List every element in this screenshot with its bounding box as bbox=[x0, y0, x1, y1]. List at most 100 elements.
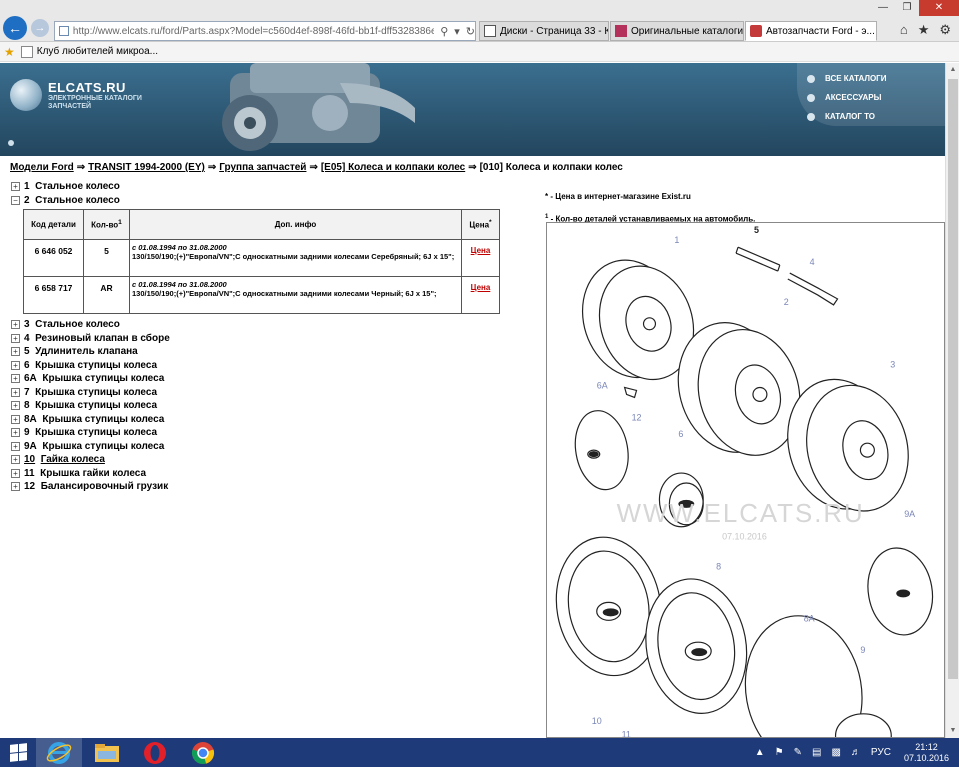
minimize-icon[interactable]: — bbox=[871, 0, 895, 16]
dropdown-icon[interactable]: ▾ bbox=[454, 25, 460, 38]
start-button[interactable] bbox=[0, 738, 36, 767]
expand-icon[interactable]: + bbox=[11, 360, 20, 370]
tray-volume-icon[interactable]: ♬ bbox=[851, 747, 861, 758]
tray-arrow-icon[interactable]: ▲ bbox=[755, 747, 765, 758]
logo-subtitle: ЭЛЕКТРОННЫЕ КАТАЛОГИ bbox=[48, 94, 142, 102]
breadcrumb: Модели Ford ⇒ TRANSIT 1994-2000 (EY) ⇒ Групп… bbox=[10, 162, 623, 173]
tab-ford-parts[interactable]: Автозапчасти Ford - э... ✕ bbox=[745, 21, 877, 41]
favorites-star-icon[interactable]: ★ bbox=[4, 45, 15, 59]
callout-12: 12 bbox=[632, 412, 642, 422]
callout-1: 1 bbox=[674, 235, 679, 245]
scroll-thumb[interactable] bbox=[948, 79, 958, 679]
favorite-link[interactable]: Клуб любителей микроа... bbox=[37, 46, 158, 57]
expand-icon[interactable]: + bbox=[11, 401, 20, 411]
expand-icon[interactable]: + bbox=[11, 441, 20, 451]
collapse-icon[interactable]: − bbox=[11, 195, 20, 205]
expand-icon[interactable]: + bbox=[11, 428, 20, 438]
tree-node[interactable]: +3 Стальное колесо bbox=[11, 318, 511, 332]
tree-node[interactable]: +11 Крышка гайки колеса bbox=[11, 467, 511, 481]
tree-node[interactable]: +8 Крышка ступицы колеса bbox=[11, 399, 511, 413]
callout-11: 11 bbox=[622, 730, 631, 737]
callout-8a: 8A bbox=[804, 613, 815, 623]
breadcrumb-model[interactable]: TRANSIT 1994-2000 (EY) bbox=[88, 162, 205, 173]
expand-icon[interactable]: + bbox=[11, 333, 20, 343]
callout-3: 3 bbox=[890, 360, 895, 370]
tree-node[interactable]: +6A Крышка ступицы колеса bbox=[11, 372, 511, 386]
language-indicator[interactable]: РУС bbox=[871, 747, 891, 758]
tray-flag-icon[interactable]: ⚑ bbox=[775, 747, 784, 758]
table-row: 6 658 717 AR с 01.08.1994 по 31.08.2000 1… bbox=[23, 276, 500, 314]
refresh-icon[interactable]: ↻ bbox=[466, 25, 475, 38]
breadcrumb-subgroup[interactable]: [E05] Колеса и колпаки колес bbox=[321, 162, 465, 173]
clock-time: 21:12 bbox=[915, 741, 938, 752]
home-icon[interactable]: ⌂ bbox=[900, 22, 908, 38]
taskbar-opera[interactable] bbox=[132, 738, 178, 767]
site-logo[interactable]: ELCATS.RU ЭЛЕКТРОННЫЕ КАТАЛОГИ ЗАПЧАСТЕЙ bbox=[10, 79, 142, 111]
price-link[interactable]: Цена bbox=[471, 283, 491, 292]
back-button[interactable]: ← bbox=[3, 16, 27, 40]
taskbar-chrome[interactable] bbox=[180, 738, 226, 767]
address-url[interactable]: http://www.elcats.ru/ford/Parts.aspx?Mod… bbox=[73, 26, 434, 37]
tray-network-icon[interactable]: ▩ bbox=[831, 747, 840, 758]
tab-disks[interactable]: Диски - Страница 33 - Кл... bbox=[479, 21, 609, 41]
tree-node[interactable]: +7 Крышка ступицы колеса bbox=[11, 386, 511, 400]
price-link[interactable]: Цена bbox=[471, 246, 491, 255]
tree-node[interactable]: − 2 Стальное колесо bbox=[11, 194, 511, 208]
expand-icon[interactable]: + bbox=[11, 414, 20, 424]
tree-node[interactable]: +4 Резиновый клапан в сборе bbox=[11, 332, 511, 346]
tab-catalogs[interactable]: Оригинальные каталоги ... bbox=[610, 21, 744, 41]
search-icon[interactable]: ⚲ bbox=[440, 25, 448, 38]
part-qty: 5 bbox=[83, 239, 130, 277]
tab-close-icon[interactable]: ✕ bbox=[875, 26, 876, 37]
page-icon bbox=[59, 26, 69, 36]
taskbar-ie[interactable] bbox=[36, 738, 82, 767]
windows-logo-icon bbox=[9, 743, 27, 762]
parts-diagram[interactable]: 1 2 3 4 5 6 6A 8 8A 9 9A 10 11 12 WWW.EL… bbox=[546, 222, 945, 738]
tree-node[interactable]: +5 Удлинитель клапана bbox=[11, 345, 511, 359]
expand-icon[interactable]: + bbox=[11, 320, 20, 330]
tray-pen-icon[interactable]: ✎ bbox=[794, 747, 802, 758]
tree-node[interactable]: +9 Крышка ступицы колеса bbox=[11, 426, 511, 440]
tray-power-icon[interactable]: ▤ bbox=[812, 747, 821, 758]
table-row: 6 646 052 5 с 01.08.1994 по 31.08.2000 13… bbox=[23, 239, 500, 277]
col-price: Цена* bbox=[461, 209, 500, 240]
tree-node[interactable]: +9A Крышка ступицы колеса bbox=[11, 440, 511, 454]
scroll-down-icon[interactable]: ▼ bbox=[946, 724, 959, 738]
breadcrumb-group[interactable]: Группа запчастей bbox=[219, 162, 306, 173]
tree-node[interactable]: +6 Крышка ступицы колеса bbox=[11, 359, 511, 373]
settings-icon[interactable]: ⚙ bbox=[939, 22, 951, 38]
tab-label: Диски - Страница 33 - Кл... bbox=[500, 25, 608, 37]
opera-icon bbox=[144, 741, 166, 764]
restore-icon[interactable]: ❐ bbox=[895, 0, 919, 16]
breadcrumb-models[interactable]: Модели Ford bbox=[10, 162, 74, 173]
tree-node[interactable]: +8A Крышка ступицы колеса bbox=[11, 413, 511, 427]
logo-name: ELCATS.RU bbox=[48, 79, 126, 95]
tree-rest: +3 Стальное колесо +4 Резиновый клапан в … bbox=[11, 318, 511, 494]
tree-node[interactable]: +10 Гайка колеса bbox=[11, 453, 511, 467]
chrome-icon bbox=[191, 741, 215, 764]
address-bar[interactable]: http://www.elcats.ru/ford/Parts.aspx?Mod… bbox=[54, 21, 476, 41]
forward-button[interactable]: → bbox=[31, 19, 49, 37]
expand-icon[interactable]: + bbox=[11, 182, 20, 192]
menu-to-catalog[interactable]: КАТАЛОГ ТО bbox=[797, 107, 945, 126]
clock[interactable]: 21:12 07.10.2016 bbox=[904, 742, 949, 764]
menu-accessories[interactable]: АКСЕССУАРЫ bbox=[797, 88, 945, 107]
tree-node[interactable]: +12 Балансировочный грузик bbox=[11, 480, 511, 494]
ie-icon bbox=[46, 741, 72, 764]
forum-icon bbox=[484, 25, 496, 37]
expand-icon[interactable]: + bbox=[11, 455, 20, 465]
favorites-icon[interactable]: ★ bbox=[918, 22, 930, 38]
expand-icon[interactable]: + bbox=[11, 482, 20, 492]
close-icon[interactable]: ✕ bbox=[919, 0, 959, 16]
callout-9: 9 bbox=[860, 645, 865, 655]
scroll-up-icon[interactable]: ▲ bbox=[946, 63, 959, 77]
expand-icon[interactable]: + bbox=[11, 468, 20, 478]
tree-node[interactable]: + 1 Стальное колесо bbox=[11, 180, 511, 194]
expand-icon[interactable]: + bbox=[11, 374, 20, 384]
menu-all-catalogs[interactable]: ВСЕ КАТАЛОГИ bbox=[797, 69, 945, 88]
taskbar-explorer[interactable] bbox=[84, 738, 130, 767]
expand-icon[interactable]: + bbox=[11, 387, 20, 397]
page-scrollbar[interactable]: ▲ ▼ bbox=[945, 63, 959, 738]
expand-icon[interactable]: + bbox=[11, 347, 20, 357]
part-qty: AR bbox=[83, 276, 130, 314]
